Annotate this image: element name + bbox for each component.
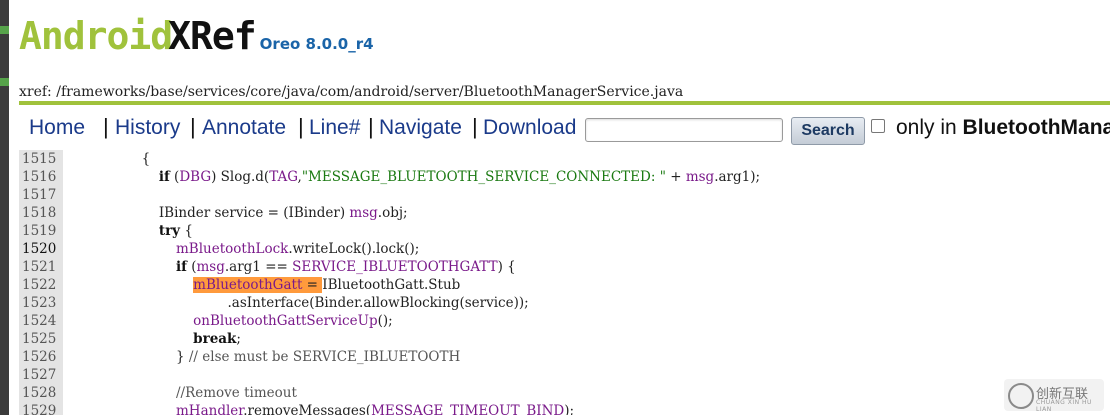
- line-number[interactable]: 1519: [19, 222, 62, 240]
- code-text: IBinder service = (IBinder) msg.obj;: [73, 205, 408, 221]
- menu-line-numbers[interactable]: Line#: [309, 116, 360, 140]
- code-text: } // else must be SERVICE_IBLUETOOTH: [73, 349, 461, 365]
- line-number[interactable]: 1529: [19, 402, 62, 415]
- line-number[interactable]: 1518: [19, 204, 62, 222]
- header-divider: [19, 101, 1110, 105]
- menu-navigate[interactable]: Navigate: [379, 116, 462, 140]
- nav-menubar: Home | History | Annotate | Line# | Navi…: [19, 108, 1110, 148]
- logo-android: Android: [19, 14, 173, 58]
- code-text: mHandler.removeMessages(MESSAGE_TIMEOUT_…: [176, 403, 575, 415]
- menu-separator: |: [103, 114, 109, 139]
- line-number[interactable]: 1520: [19, 240, 62, 258]
- only-in-file-checkbox[interactable]: [871, 119, 885, 133]
- source-code-view: 1515 {1516 if (DBG) Slog.d(TAG,"MESSAGE_…: [19, 150, 1110, 415]
- only-in-filename: BluetoothMana: [962, 116, 1110, 139]
- version-label: Oreo 8.0.0_r4: [259, 35, 374, 53]
- menu-home[interactable]: Home: [29, 116, 85, 140]
- line-number[interactable]: 1526: [19, 348, 62, 366]
- logo-xref: XRef: [168, 14, 257, 58]
- line-number[interactable]: 1515: [19, 150, 62, 168]
- edge-marker: [0, 26, 9, 34]
- line-number[interactable]: 1527: [19, 366, 62, 384]
- xref-breadcrumb: xref: /frameworks/base/services/core/jav…: [19, 84, 683, 100]
- menu-annotate[interactable]: Annotate: [202, 116, 286, 140]
- only-in-label: only in BluetoothMana: [896, 116, 1110, 140]
- line-number[interactable]: 1525: [19, 330, 62, 348]
- menu-separator: |: [472, 114, 478, 139]
- line-number[interactable]: 1528: [19, 384, 62, 402]
- code-text: mBluetoothLock.writeLock().lock();: [176, 241, 420, 257]
- code-text: .asInterface(Binder.allowBlocking(servic…: [73, 295, 529, 311]
- code-text: mBluetoothGatt = IBluetoothGatt.Stub: [193, 277, 461, 293]
- code-text: break;: [193, 331, 241, 347]
- line-number[interactable]: 1523: [19, 294, 62, 312]
- code-text: if (DBG) Slog.d(TAG,"MESSAGE_BLUETOOTH_S…: [158, 169, 761, 185]
- line-number[interactable]: 1522: [19, 276, 62, 294]
- menu-history[interactable]: History: [115, 116, 180, 140]
- line-number[interactable]: 1517: [19, 186, 62, 204]
- watermark-circle-icon: [1008, 383, 1034, 409]
- code-text: if (msg.arg1 == SERVICE_IBLUETOOTHGATT) …: [176, 259, 516, 275]
- menu-download[interactable]: Download: [483, 116, 576, 140]
- watermark-logo: 创新互联 CHUANG XIN HU LIAN: [1004, 379, 1104, 413]
- menu-separator: |: [190, 114, 196, 139]
- line-number[interactable]: 1524: [19, 312, 62, 330]
- menu-separator: |: [298, 114, 304, 139]
- line-number[interactable]: 1516: [19, 168, 62, 186]
- watermark-sub: CHUANG XIN HU LIAN: [1036, 399, 1092, 413]
- search-button[interactable]: Search: [791, 117, 865, 145]
- search-input[interactable]: [585, 118, 783, 142]
- code-text: //Remove timeout: [176, 385, 297, 401]
- code-text: try {: [158, 223, 193, 239]
- code-text: onBluetoothGattServiceUp();: [193, 313, 393, 329]
- only-in-text: only in: [896, 116, 963, 139]
- code-text: {: [73, 151, 151, 167]
- line-number[interactable]: 1521: [19, 258, 62, 276]
- xref-prefix: xref:: [19, 84, 57, 100]
- xref-path-link[interactable]: /frameworks/base/services/core/java/com/…: [56, 84, 683, 100]
- page: AndroidXRef Oreo 8.0.0_r4 xref: /framewor…: [9, 0, 1110, 415]
- edge-marker: [0, 78, 9, 86]
- left-window-edge: [0, 0, 9, 415]
- menu-separator: |: [368, 114, 374, 139]
- androidxref-logo[interactable]: AndroidXRef Oreo 8.0.0_r4: [19, 14, 374, 58]
